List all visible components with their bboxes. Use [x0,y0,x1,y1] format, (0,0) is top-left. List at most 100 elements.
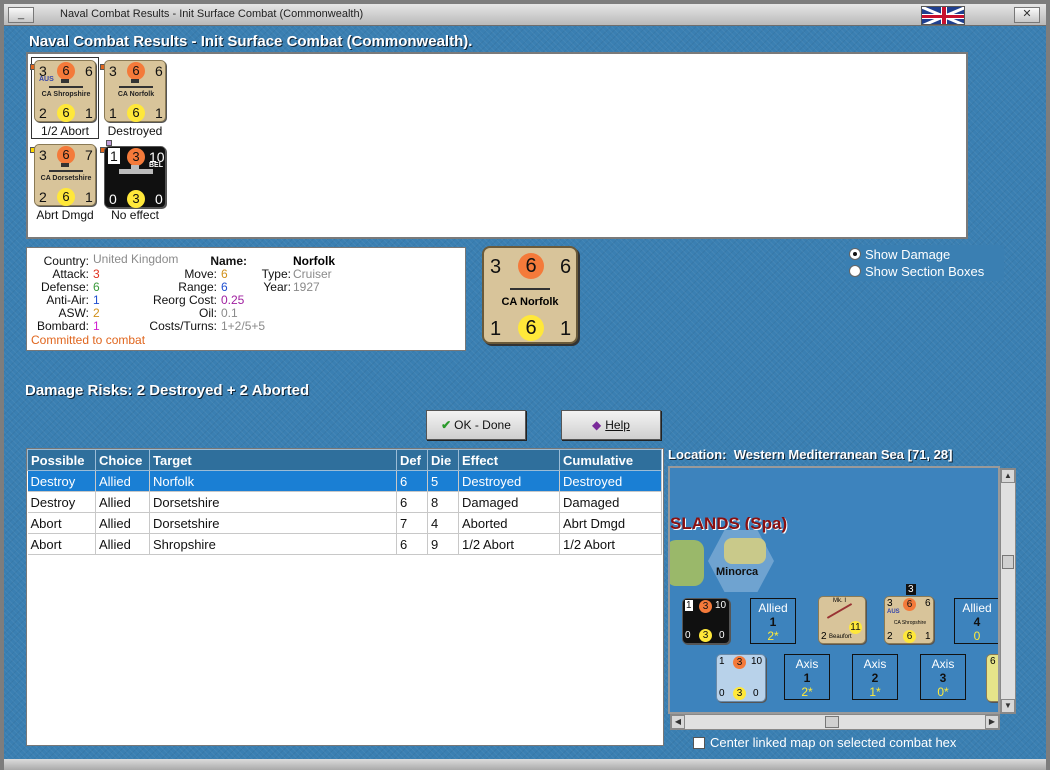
cruiser-icon [119,79,153,88]
allied-box-4[interactable]: Allied 4 0 [954,598,998,644]
box-label: Allied [758,601,788,615]
show-sections-label[interactable]: Show Section Boxes [865,264,984,279]
move-value: 6 [221,267,228,281]
minimize-button[interactable]: _ [8,7,34,23]
unit-info-panel: Country: United Kingdom Attack: 3 Defens… [26,247,466,351]
unit-counter-dorsetshire[interactable]: 3 6 7 CA Dorsetshire 2 6 1 [34,144,96,206]
oil-label: Oil: [199,306,217,320]
col-cumulative[interactable]: Cumulative [559,449,662,471]
help-button[interactable]: ◆ Help [561,410,661,440]
unit-name: CA Dorsetshire [40,175,92,182]
table-row[interactable]: Abort Allied Shropshire 6 9 1/2 Abort 1/2 Abor… [27,533,662,555]
unit-name: CA Norfolk [117,91,155,98]
unit-counter-shropshire[interactable]: 3 6 6 AUS CA Shropshire 2 6 1 [34,60,96,122]
map-unit-shropshire[interactable]: 3 6 6 AUS CA Shropshire 2 6 1 [884,596,934,644]
reorg-label: Reorg Cost: [152,293,217,307]
cell-choice: Allied [95,533,150,555]
type-value: Cruiser [293,267,332,281]
col-die[interactable]: Die [427,449,459,471]
scroll-left-arrow-icon[interactable]: ◀ [671,715,685,729]
cell-def: 6 [396,491,428,513]
unit-name: CA Shropshire [893,620,927,626]
cell-target: Shropshire [149,533,397,555]
unit-bombard: 1 [560,318,572,340]
cell-def: 7 [396,512,428,534]
cell-cumulative: Abrt Dmgd [559,512,662,534]
unit-antiair: 2 [887,631,893,642]
box-count: 1 [803,671,811,685]
col-possible[interactable]: Possible [27,449,96,471]
unit-range: 6 [127,104,145,122]
linked-map[interactable]: SLANDS (Spa) Minorca 1 3 10 0 3 0 Allied… [668,466,1000,714]
table-row[interactable]: Destroy Allied Dorsetshire 6 8 Damaged Damaged [27,491,662,513]
col-def[interactable]: Def [396,449,428,471]
reorg-value: 0.25 [221,293,245,307]
unit-move: 6 [560,256,572,278]
cell-target: Dorsetshire [149,491,397,513]
range-label: Range: [178,280,217,294]
unit-defense: 3 [127,148,145,166]
uk-flag-icon [921,6,965,25]
scroll-thumb[interactable] [1002,555,1014,569]
unit-range: 6 [518,315,544,341]
box-sub: 0 [973,629,981,643]
unit-attack: 1 [685,600,693,611]
page-title: Naval Combat Results - Init Surface Comb… [29,33,473,50]
cell-cumulative: Damaged [559,491,662,513]
allied-box-1[interactable]: Allied 1 2* [750,598,796,644]
box-count: 2 [871,671,879,685]
cell-die: 8 [427,491,459,513]
axis-box-1[interactable]: Axis 1 2* [784,654,830,700]
map-vertical-scrollbar[interactable]: ▲ ▼ [1000,468,1016,714]
col-target[interactable]: Target [149,449,397,471]
committed-status: Committed to combat [31,333,146,347]
map-unit-beaufort[interactable]: Mk. I 11 2 Beaufort [818,596,866,644]
country-label: Country: [43,254,89,268]
ok-label: OK - Done [454,418,511,432]
table-row[interactable]: Destroy Allied Norfolk 6 5 Destroyed Destroyed [27,470,662,492]
map-unit-counter[interactable]: 1 3 10 0 3 0 [716,654,766,702]
location-line: Location: Western Mediterranean Sea [71,… [668,447,952,462]
scroll-thumb[interactable] [825,716,839,728]
unit-defense: 6 [57,62,75,80]
show-sections-radio[interactable] [849,265,861,277]
unit-attack: 2 [821,631,827,642]
show-damage-label[interactable]: Show Damage [865,247,950,262]
cell-die: 4 [427,512,459,534]
show-damage-radio[interactable] [849,248,861,260]
box-label: Axis [931,657,955,671]
map-horizontal-scrollbar[interactable]: ◀ ▶ [670,714,1000,730]
axis-box-3[interactable]: Axis 3 0* [920,654,966,700]
unit-range: 6 [57,188,75,206]
unit-name: CA Norfolk [501,296,559,308]
center-link-label[interactable]: Center linked map on selected combat hex [710,735,956,750]
island-label: Minorca [716,566,759,578]
close-button[interactable]: ✕ [1014,7,1040,23]
cell-choice: Allied [95,470,150,492]
ok-done-button[interactable]: ✔ OK - Done [426,410,526,440]
map-unit-counter[interactable]: 1 3 10 0 3 0 [682,598,730,644]
unit-result: Destroyed [107,124,163,138]
unit-bombard: 1 [155,105,163,121]
center-link-checkbox[interactable] [693,737,705,749]
unit-defense: 3 [699,600,712,613]
cruiser-icon [49,163,83,172]
scroll-down-arrow-icon[interactable]: ▼ [1001,699,1015,713]
unit-antiair: 2 [39,105,47,121]
col-choice[interactable]: Choice [95,449,150,471]
map-unit-counter[interactable]: 6 [986,654,998,702]
cell-choice: Allied [95,491,150,513]
unit-bombard: 0 [155,191,163,207]
unit-counter-axis[interactable]: 1 3 10 BEL 0 3 0 [104,146,166,208]
axis-box-2[interactable]: Axis 2 1* [852,654,898,700]
unit-defense: 6 [57,146,75,164]
scroll-up-arrow-icon[interactable]: ▲ [1001,469,1015,483]
col-effect[interactable]: Effect [458,449,560,471]
year-label: Year: [263,280,291,294]
cruiser-icon [49,79,83,88]
scroll-right-arrow-icon[interactable]: ▶ [985,715,999,729]
unit-counter-norfolk[interactable]: 3 6 6 CA Norfolk 1 6 1 [104,60,166,122]
cruiser-icon [510,284,550,290]
island-shape [670,540,704,586]
table-row[interactable]: Abort Allied Dorsetshire 7 4 Aborted Abrt Dmgd [27,512,662,534]
